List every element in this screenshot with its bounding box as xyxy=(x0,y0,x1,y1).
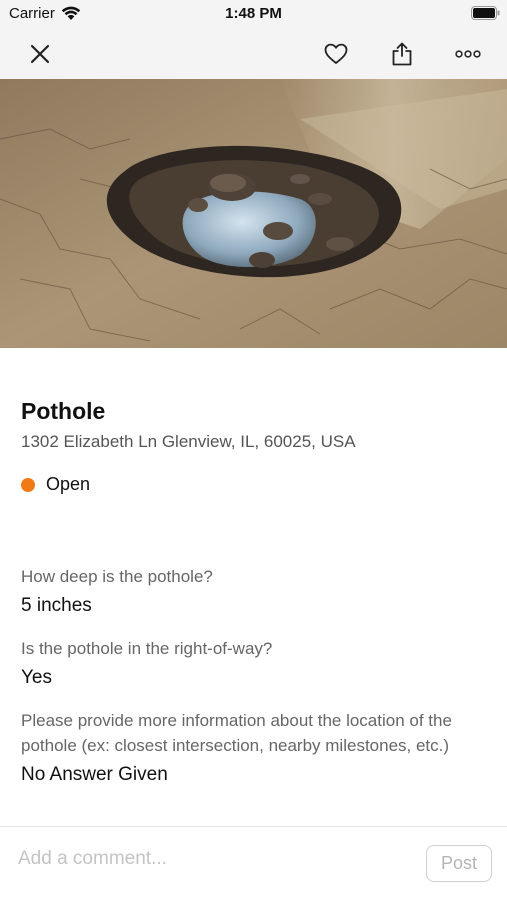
close-button[interactable] xyxy=(18,28,62,79)
qa-answer: No Answer Given xyxy=(21,764,168,785)
battery-icon xyxy=(471,6,500,20)
qa-item: How deep is the pothole? 5 inches xyxy=(21,564,491,619)
nav-bar xyxy=(0,28,507,79)
report-address: 1302 Elizabeth Ln Glenview, IL, 60025, U… xyxy=(21,432,356,451)
report-photo xyxy=(0,79,507,348)
close-icon xyxy=(30,44,50,63)
post-button[interactable]: Post xyxy=(426,845,492,882)
favorite-button[interactable] xyxy=(314,28,358,79)
status-dot-icon xyxy=(21,477,35,492)
qa-item: Is the pothole in the right-of-way? Yes xyxy=(21,636,491,691)
clock: 1:48 PM xyxy=(225,5,282,22)
status-indicator: Open xyxy=(21,474,90,495)
qa-item: Please provide more information about th… xyxy=(21,708,491,788)
qa-question: How deep is the pothole? xyxy=(21,567,213,586)
more-icon xyxy=(455,49,481,58)
share-button[interactable] xyxy=(380,28,424,79)
status-label: Open xyxy=(46,474,91,494)
qa-answer: Yes xyxy=(21,667,52,688)
heart-icon xyxy=(324,43,348,64)
divider xyxy=(0,826,507,827)
status-bar: Carrier 1:48 PM xyxy=(0,0,507,28)
report-title: Pothole xyxy=(21,398,106,424)
more-button[interactable] xyxy=(446,28,490,79)
qa-question: Is the pothole in the right-of-way? xyxy=(21,639,273,658)
qa-answer: 5 inches xyxy=(21,595,92,616)
share-icon xyxy=(392,42,412,65)
qa-question: Please provide more information about th… xyxy=(21,711,452,755)
comment-input[interactable] xyxy=(18,843,408,875)
